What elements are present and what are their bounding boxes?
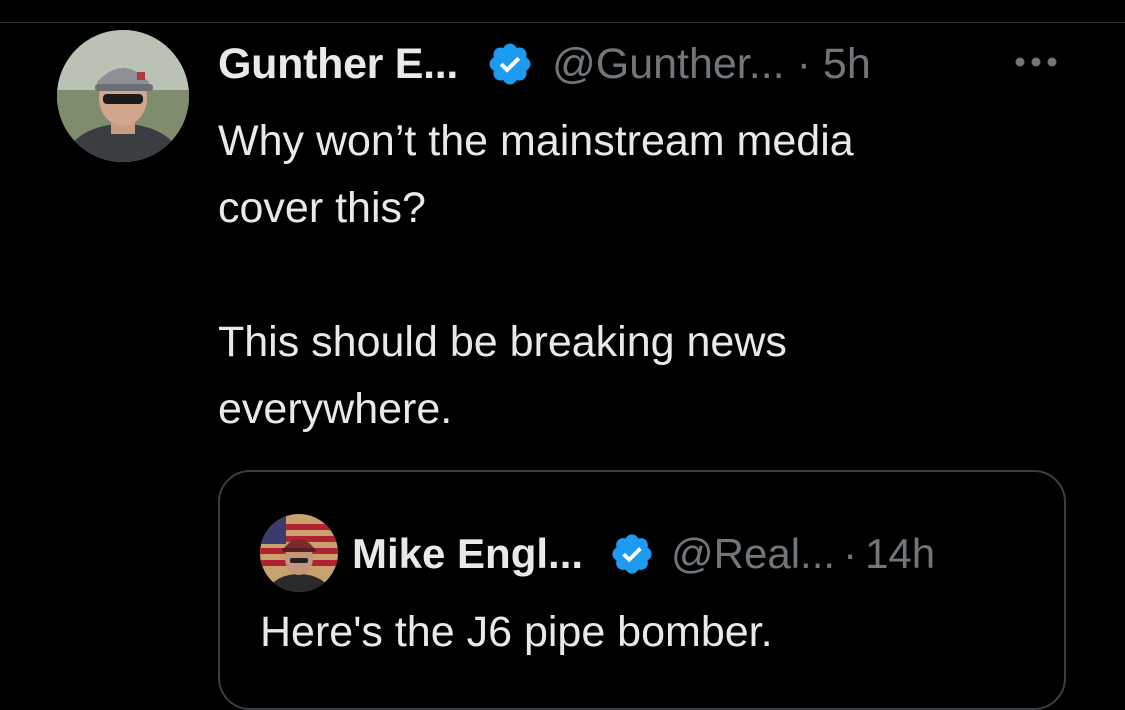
quoted-tweet-card[interactable]: Mike Engl... @Real... · 14h Here's the J… bbox=[218, 470, 1066, 710]
quoted-header-separator: · bbox=[843, 530, 858, 577]
author-handle[interactable]: @Gunther... bbox=[552, 40, 785, 89]
tweet-text-line: This should be breaking news bbox=[218, 318, 787, 366]
verified-badge-icon bbox=[486, 40, 534, 88]
author-avatar-image bbox=[57, 30, 189, 162]
author-name[interactable]: Gunther E... bbox=[218, 40, 458, 89]
quoted-author-avatar-image bbox=[260, 514, 338, 592]
quoted-tweet-text: Here's the J6 pipe bomber. bbox=[260, 608, 773, 656]
quoted-author-name[interactable]: Mike Engl... bbox=[352, 530, 583, 578]
quoted-author-handle[interactable]: @Real... bbox=[671, 530, 835, 578]
verified-badge-icon bbox=[609, 531, 655, 577]
quoted-author-avatar[interactable] bbox=[260, 514, 338, 592]
quoted-tweet-header: Mike Engl... @Real... · 14h bbox=[352, 526, 935, 582]
header-separator: · bbox=[796, 39, 811, 88]
tweet-text-line: everywhere. bbox=[218, 385, 453, 433]
quoted-tweet-timestamp[interactable]: 14h bbox=[865, 530, 935, 578]
author-avatar[interactable] bbox=[57, 30, 189, 162]
more-options-icon[interactable] bbox=[1012, 46, 1060, 78]
tweet-text: Why won’t the mainstream media cover thi… bbox=[218, 108, 1058, 443]
tweet-timestamp[interactable]: 5h bbox=[823, 40, 871, 89]
tweet-text-line: cover this? bbox=[218, 184, 426, 232]
top-divider bbox=[0, 22, 1125, 23]
tweet-header: Gunther E... @Gunther... · 5h bbox=[218, 36, 1078, 92]
tweet-text-line: Why won’t the mainstream media bbox=[218, 117, 854, 165]
